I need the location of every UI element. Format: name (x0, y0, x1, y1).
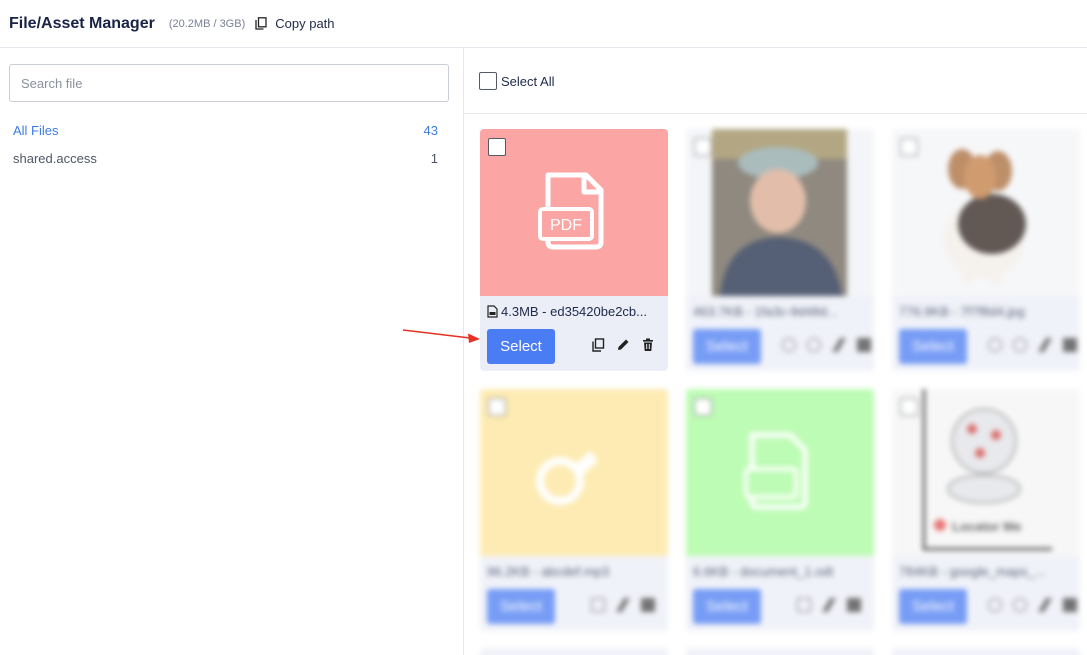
photo-thumbnail (944, 149, 1026, 284)
copy-icon[interactable] (591, 598, 605, 612)
sidebar-item-count: 1 (430, 151, 438, 166)
file-checkbox[interactable] (900, 138, 918, 156)
file-actions (771, 338, 871, 352)
file-actions (786, 598, 861, 612)
file-meta-text: 96.2KB - abcdef.mp3 (487, 564, 610, 579)
search-icon[interactable] (782, 338, 796, 352)
file-card[interactable] (686, 648, 874, 655)
file-checkbox[interactable] (694, 398, 712, 416)
file-meta: 6.6KB - document_1.odt (693, 564, 869, 579)
file-checkbox[interactable] (488, 138, 506, 156)
trash-icon[interactable] (641, 598, 655, 612)
file-card[interactable] (480, 648, 668, 655)
file-card[interactable] (892, 648, 1080, 655)
view-icon[interactable] (807, 338, 821, 352)
edit-icon[interactable] (616, 338, 630, 352)
map-label: Locator Me (952, 519, 1021, 534)
checkbox[interactable] (479, 72, 497, 90)
edit-icon[interactable] (832, 338, 846, 352)
file-meta: 463.7KB - 1fa3c-9d48d... (693, 304, 869, 319)
file-meta-text: 6.6KB - document_1.odt (693, 564, 834, 579)
select-button[interactable]: Select (693, 589, 761, 624)
copy-icon[interactable] (797, 598, 811, 612)
copy-path-button[interactable]: Copy path (255, 16, 335, 31)
search-icon[interactable] (988, 338, 1002, 352)
pdf-icon: PDF (538, 172, 604, 250)
select-button[interactable]: Select (487, 589, 555, 624)
sidebar-item-label: All Files (13, 123, 59, 138)
file-meta: 96.2KB - abcdef.mp3 (487, 564, 663, 579)
search-icon[interactable] (988, 598, 1002, 612)
edit-icon[interactable] (616, 598, 630, 612)
file-checkbox[interactable] (694, 138, 712, 156)
file-meta: 776.9KB - 7f7f8d4.jpg (899, 304, 1075, 319)
document-icon (744, 432, 808, 510)
file-actions (580, 598, 655, 612)
edit-icon[interactable] (1038, 338, 1052, 352)
audio-file-icon (536, 451, 598, 505)
select-all-checkbox[interactable]: Select All (479, 72, 554, 90)
file-grid-area: Select All PDF 4.3MB - ed35420be2cb... S… (464, 48, 1087, 655)
sidebar: All Files 43 shared.access 1 (0, 48, 464, 655)
file-thumbnail: PDF (480, 129, 668, 296)
copy-icon[interactable] (591, 338, 605, 352)
file-thumbnail (480, 389, 668, 556)
edit-icon[interactable] (822, 598, 836, 612)
file-meta-text: 776.9KB - 7f7f8d4.jpg (899, 304, 1025, 319)
sidebar-item-shared-access[interactable]: shared.access 1 (13, 151, 438, 166)
file-actions (977, 598, 1077, 612)
file-card[interactable]: 6.6KB - document_1.odt Select (686, 389, 874, 631)
file-meta-text: 4.3MB - ed35420be2cb... (501, 304, 647, 319)
file-card[interactable]: PDF 4.3MB - ed35420be2cb... Select (480, 129, 668, 371)
sidebar-item-all-files[interactable]: All Files 43 (13, 123, 438, 138)
file-checkbox[interactable] (900, 398, 918, 416)
edit-icon[interactable] (1038, 598, 1052, 612)
pdf-label: PDF (550, 217, 582, 234)
file-checkbox[interactable] (488, 398, 506, 416)
storage-usage: (20.2MB / 3GB) (168, 17, 246, 30)
select-button[interactable]: Select (487, 329, 555, 364)
trash-icon[interactable] (857, 338, 871, 352)
view-icon[interactable] (1013, 598, 1027, 612)
file-thumbnail (686, 389, 874, 556)
file-card[interactable]: 96.2KB - abcdef.mp3 Select (480, 389, 668, 631)
file-icon (487, 305, 498, 318)
trash-icon[interactable] (847, 598, 861, 612)
trash-icon[interactable] (1063, 338, 1077, 352)
header-bar: File/Asset Manager (20.2MB / 3GB) Copy p… (0, 0, 1087, 48)
file-meta: 4.3MB - ed35420be2cb... (487, 304, 663, 319)
copy-path-label: Copy path (275, 16, 335, 31)
sidebar-item-label: shared.access (13, 151, 97, 166)
map-thumbnail: Locator Me (922, 389, 1052, 551)
file-thumbnail (892, 129, 1080, 296)
select-button[interactable]: Select (899, 589, 967, 624)
file-thumbnail: Locator Me (892, 389, 1080, 556)
grid-toolbar: Select All (464, 48, 1087, 114)
file-actions (977, 338, 1077, 352)
trash-icon[interactable] (641, 338, 655, 352)
search-input[interactable] (9, 64, 449, 102)
file-meta: 784KB - google_maps_... (899, 564, 1075, 579)
copy-icon (255, 17, 267, 30)
file-card[interactable]: Locator Me 784KB - google_maps_... Selec… (892, 389, 1080, 631)
select-button[interactable]: Select (899, 329, 967, 364)
select-all-label: Select All (501, 73, 555, 89)
file-meta-text: 463.7KB - 1fa3c-9d48d... (693, 304, 838, 319)
file-meta-text: 784KB - google_maps_... (899, 564, 1046, 579)
sidebar-item-count: 43 (423, 123, 438, 138)
annotation-arrow (402, 329, 480, 343)
select-button[interactable]: Select (693, 329, 761, 364)
trash-icon[interactable] (1063, 598, 1077, 612)
view-icon[interactable] (1013, 338, 1027, 352)
file-actions (580, 338, 655, 352)
page-title: File/Asset Manager (9, 14, 155, 32)
photo-thumbnail (712, 129, 847, 296)
file-card[interactable]: 776.9KB - 7f7f8d4.jpg Select (892, 129, 1080, 371)
file-thumbnail (686, 129, 874, 296)
file-card[interactable]: 463.7KB - 1fa3c-9d48d... Select (686, 129, 874, 371)
